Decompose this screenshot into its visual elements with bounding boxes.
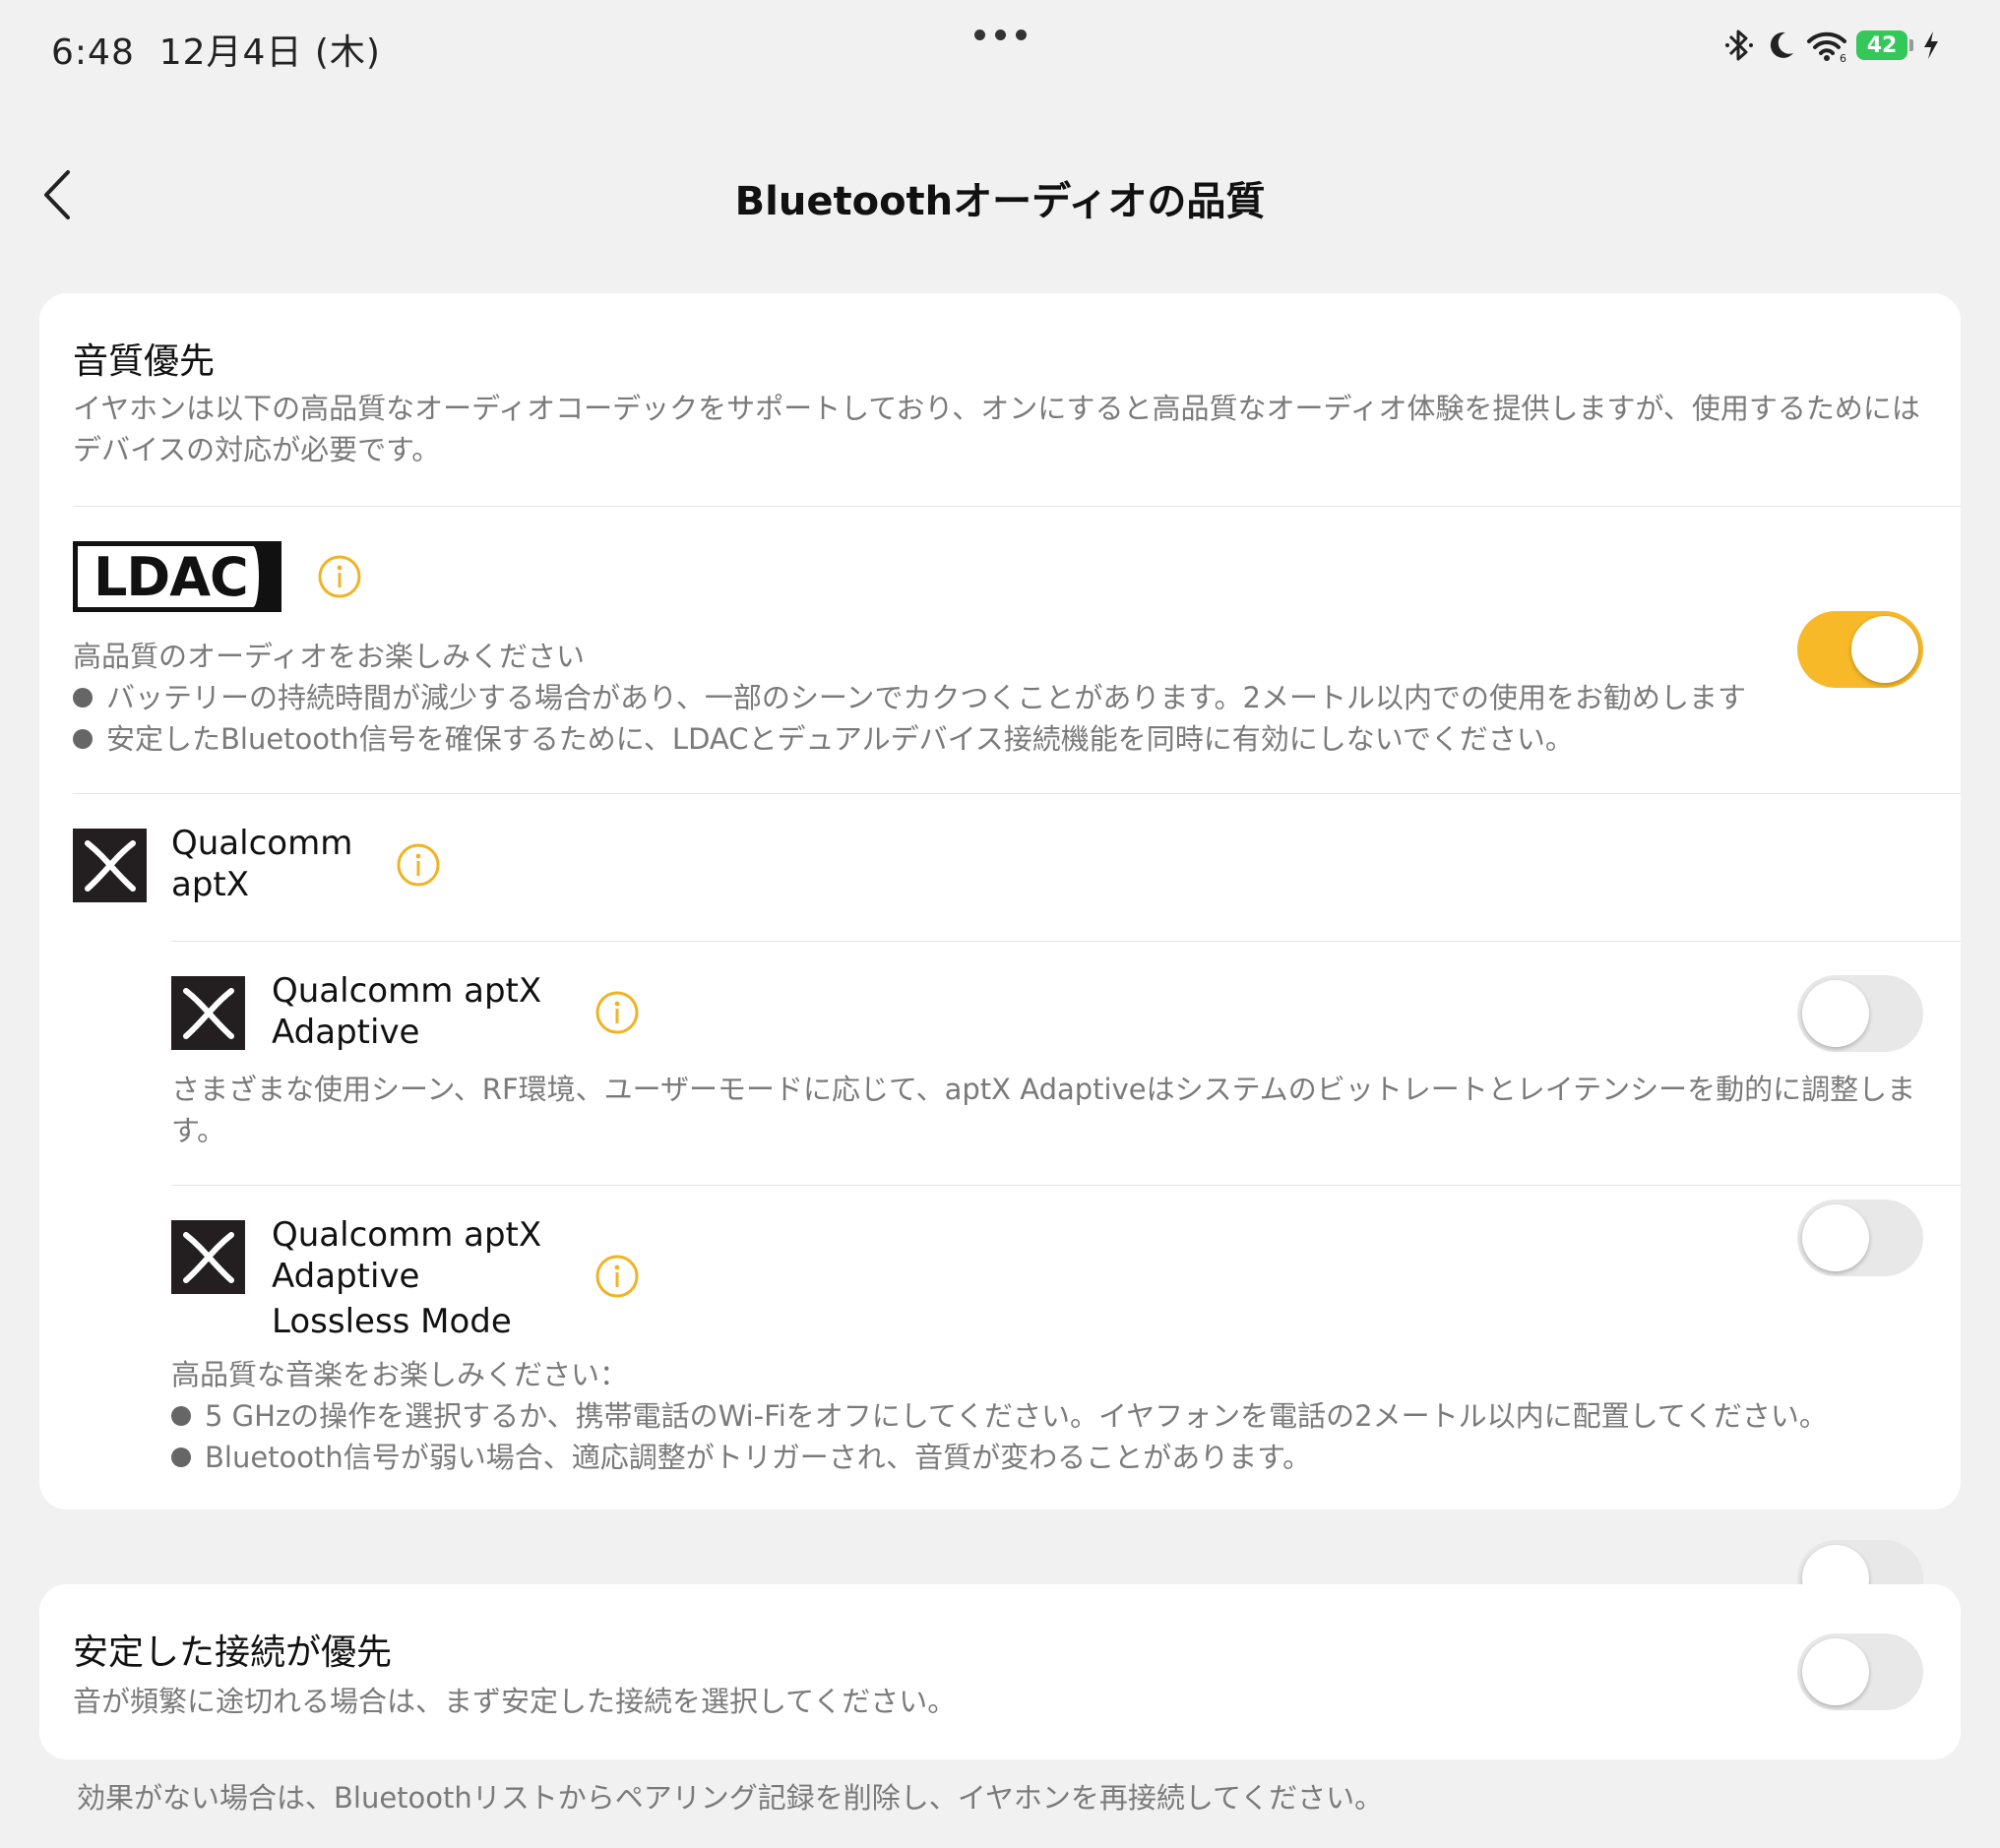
divider [73, 506, 1961, 507]
battery-indicator: 42 [1856, 31, 1913, 60]
status-clock: 6:48 [51, 32, 135, 73]
aptx-x-icon [84, 839, 136, 892]
aptx-info-icon[interactable] [396, 842, 441, 888]
aptx-name-line1: Qualcomm [171, 824, 353, 863]
charging-bolt-icon [1924, 31, 1938, 59]
ldac-bullet: バッテリーの持続時間が減少する場合があり、一部のシーンでカクつくことがあります。… [73, 677, 1746, 718]
aptx-adaptive-toggle[interactable] [1797, 1200, 1923, 1276]
divider [73, 793, 1961, 794]
quality-section-title: 音質優先 [73, 341, 216, 382]
aptx-lossless-name-line2: Adaptive [272, 1257, 420, 1296]
aptx-adaptive-description-line2: す。 [171, 1114, 226, 1147]
status-date: 12月4日 (木) [158, 32, 381, 73]
aptx-lossless-info-icon[interactable] [594, 1254, 640, 1299]
moon-icon [1770, 31, 1793, 58]
ldac-subtitle: 高品質のオーディオをお楽しみください [73, 640, 585, 673]
stable-connection-toggle[interactable] [1797, 1633, 1923, 1710]
multitasking-dots[interactable] [974, 30, 1027, 40]
aptx-lossless-description: 高品質な音楽をお楽しみください： 5 GHzの操作を選択するか、携帯電話のWi-… [171, 1354, 1828, 1478]
aptx-adaptive-name: Qualcomm aptX Adaptive [272, 970, 541, 1053]
ldac-toggle[interactable] [1797, 611, 1923, 688]
ldac-bullet: 安定したBluetooth信号を確保するために、LDACとデュアルデバイス接続機… [73, 718, 1746, 760]
battery-level: 42 [1856, 31, 1907, 60]
aptx-x-icon [182, 987, 234, 1039]
aptx-x-icon [182, 1231, 234, 1283]
aptx-logo [73, 829, 147, 902]
quality-description-line2: デバイスの対応が必要です。 [73, 433, 441, 466]
wifi-icon: 6 [1807, 31, 1846, 63]
aptx-name: Qualcomm aptX [171, 823, 352, 905]
quality-section-description: イヤホンは以下の高品質なオーディオコーデックをサポートしており、オンにすると高品… [73, 388, 1920, 470]
aptx-adaptive-info-icon[interactable] [594, 990, 640, 1035]
aptx-name-line2: aptX [171, 865, 250, 904]
aptx-adaptive-name-line2: Adaptive [272, 1013, 420, 1052]
status-icons: 6 42 [1722, 28, 1941, 63]
stable-section-description: 音が頻繁に途切れる場合は、まず安定した接続を選択してください。 [73, 1685, 957, 1718]
aptx-adaptive-description-line1: さまざまな使用シーン、RF環境、ユーザーモードに応じて、aptX Adaptiv… [171, 1073, 1916, 1106]
page-title: Bluetoothオーディオの品質 [734, 179, 1266, 224]
footer-note: 効果がない場合は、Bluetoothリストからペアリング記録を削除し、イヤホンを… [77, 1781, 1384, 1815]
svg-text:6: 6 [1840, 52, 1846, 63]
ldac-description: 高品質のオーディオをお楽しみください バッテリーの持続時間が減少する場合があり、… [73, 636, 1746, 760]
ldac-info-icon[interactable] [317, 554, 362, 599]
stable-connection-card: 安定した接続が優先 音が頻繁に途切れる場合は、まず安定した接続を選択してください… [39, 1584, 1961, 1759]
aptx-lossless-subtitle: 高品質な音楽をお楽しみください： [171, 1358, 629, 1391]
bluetooth-icon [1725, 30, 1753, 61]
quality-description-line1: イヤホンは以下の高品質なオーディオコーデックをサポートしており、オンにすると高品… [73, 392, 1920, 425]
aptx-lossless-bullet: Bluetooth信号が弱い場合、適応調整がトリガーされ、音質が変わることがあり… [171, 1437, 1828, 1478]
aptx-adaptive-logo [171, 976, 245, 1050]
ldac-logo: LDAC [73, 541, 281, 612]
divider [171, 1185, 1961, 1186]
aptx-lossless-logo [171, 1220, 245, 1294]
aptx-lossless-name: Qualcomm aptX Adaptive Lossless Mode [272, 1214, 541, 1342]
quality-priority-card: 音質優先 イヤホンは以下の高品質なオーディオコーデックをサポートしており、オンに… [39, 293, 1961, 1617]
aptx-adaptive-name-line1: Qualcomm aptX [272, 971, 542, 1011]
aptx-toggle[interactable] [1797, 975, 1923, 1052]
aptx-lossless-bullet: 5 GHzの操作を選択するか、携帯電話のWi-Fiをオフにしてください。イヤフォ… [171, 1395, 1828, 1437]
aptx-lossless-name-line3: Lossless Mode [272, 1302, 512, 1341]
aptx-lossless-name-line1: Qualcomm aptX [272, 1215, 542, 1255]
ldac-logo-text: LDAC [94, 545, 249, 608]
status-time: 6:48 12月4日 (木) [51, 24, 381, 75]
divider [171, 941, 1961, 942]
aptx-adaptive-description: さまざまな使用シーン、RF環境、ユーザーモードに応じて、aptX Adaptiv… [171, 1069, 1915, 1151]
stable-section-title: 安定した接続が優先 [73, 1632, 393, 1673]
